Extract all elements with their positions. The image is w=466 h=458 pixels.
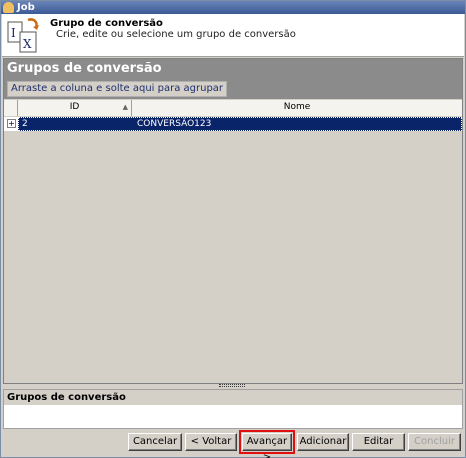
window-title: Job	[17, 2, 35, 13]
edit-button[interactable]: Editar	[352, 433, 405, 451]
sort-icon: ▲	[122, 103, 128, 111]
header-subtitle: Crie, edite ou selecione um grupo de con…	[56, 29, 296, 40]
panel-splitter[interactable]	[3, 384, 463, 388]
column-header-id[interactable]: ID ▲	[18, 100, 132, 116]
cell-id: 2	[22, 119, 28, 129]
cell-name: CONVERSÃO123	[137, 119, 212, 129]
add-button[interactable]: Adicionar	[297, 433, 349, 451]
details-panel-title: Grupos de conversão	[4, 390, 462, 405]
details-panel: Grupos de conversão	[3, 389, 463, 429]
splitter-grip-icon[interactable]	[219, 384, 245, 387]
grid-header: ID ▲ Nome	[4, 100, 462, 116]
group-by-hint: Arraste a coluna e solte aqui para agrup…	[7, 81, 228, 97]
group-by-area[interactable]: Arraste a coluna e solte aqui para agrup…	[4, 79, 462, 99]
table-row[interactable]: + 2 CONVERSÃO123	[4, 117, 462, 131]
wizard-header: I X Grupo de conversão Crie, edite ou se…	[2, 14, 464, 57]
expand-icon[interactable]: +	[7, 119, 16, 128]
expander-column-header	[4, 100, 18, 116]
finish-button: Concluir	[408, 433, 461, 451]
conversion-icon: I X	[7, 18, 39, 53]
back-button[interactable]: < Voltar	[185, 433, 237, 451]
groups-panel: Grupos de conversão Arraste a coluna e s…	[3, 58, 463, 384]
title-bar: Job	[1, 1, 465, 14]
job-window: Job I X Grupo de conversão Crie, edite o…	[0, 0, 466, 458]
svg-text:X: X	[23, 37, 32, 51]
groups-grid[interactable]: ID ▲ Nome + 2 CONVERSÃO123	[4, 100, 462, 383]
svg-text:I: I	[11, 26, 16, 40]
user-icon	[3, 2, 14, 13]
next-button[interactable]: Avançar >	[239, 430, 295, 458]
column-header-nome[interactable]: Nome	[132, 100, 462, 116]
selected-row-content[interactable]: 2 CONVERSÃO123	[18, 117, 462, 131]
cancel-button[interactable]: Cancelar	[128, 433, 182, 451]
header-title: Grupo de conversão	[50, 18, 163, 29]
panel-title: Grupos de conversão	[4, 59, 462, 79]
